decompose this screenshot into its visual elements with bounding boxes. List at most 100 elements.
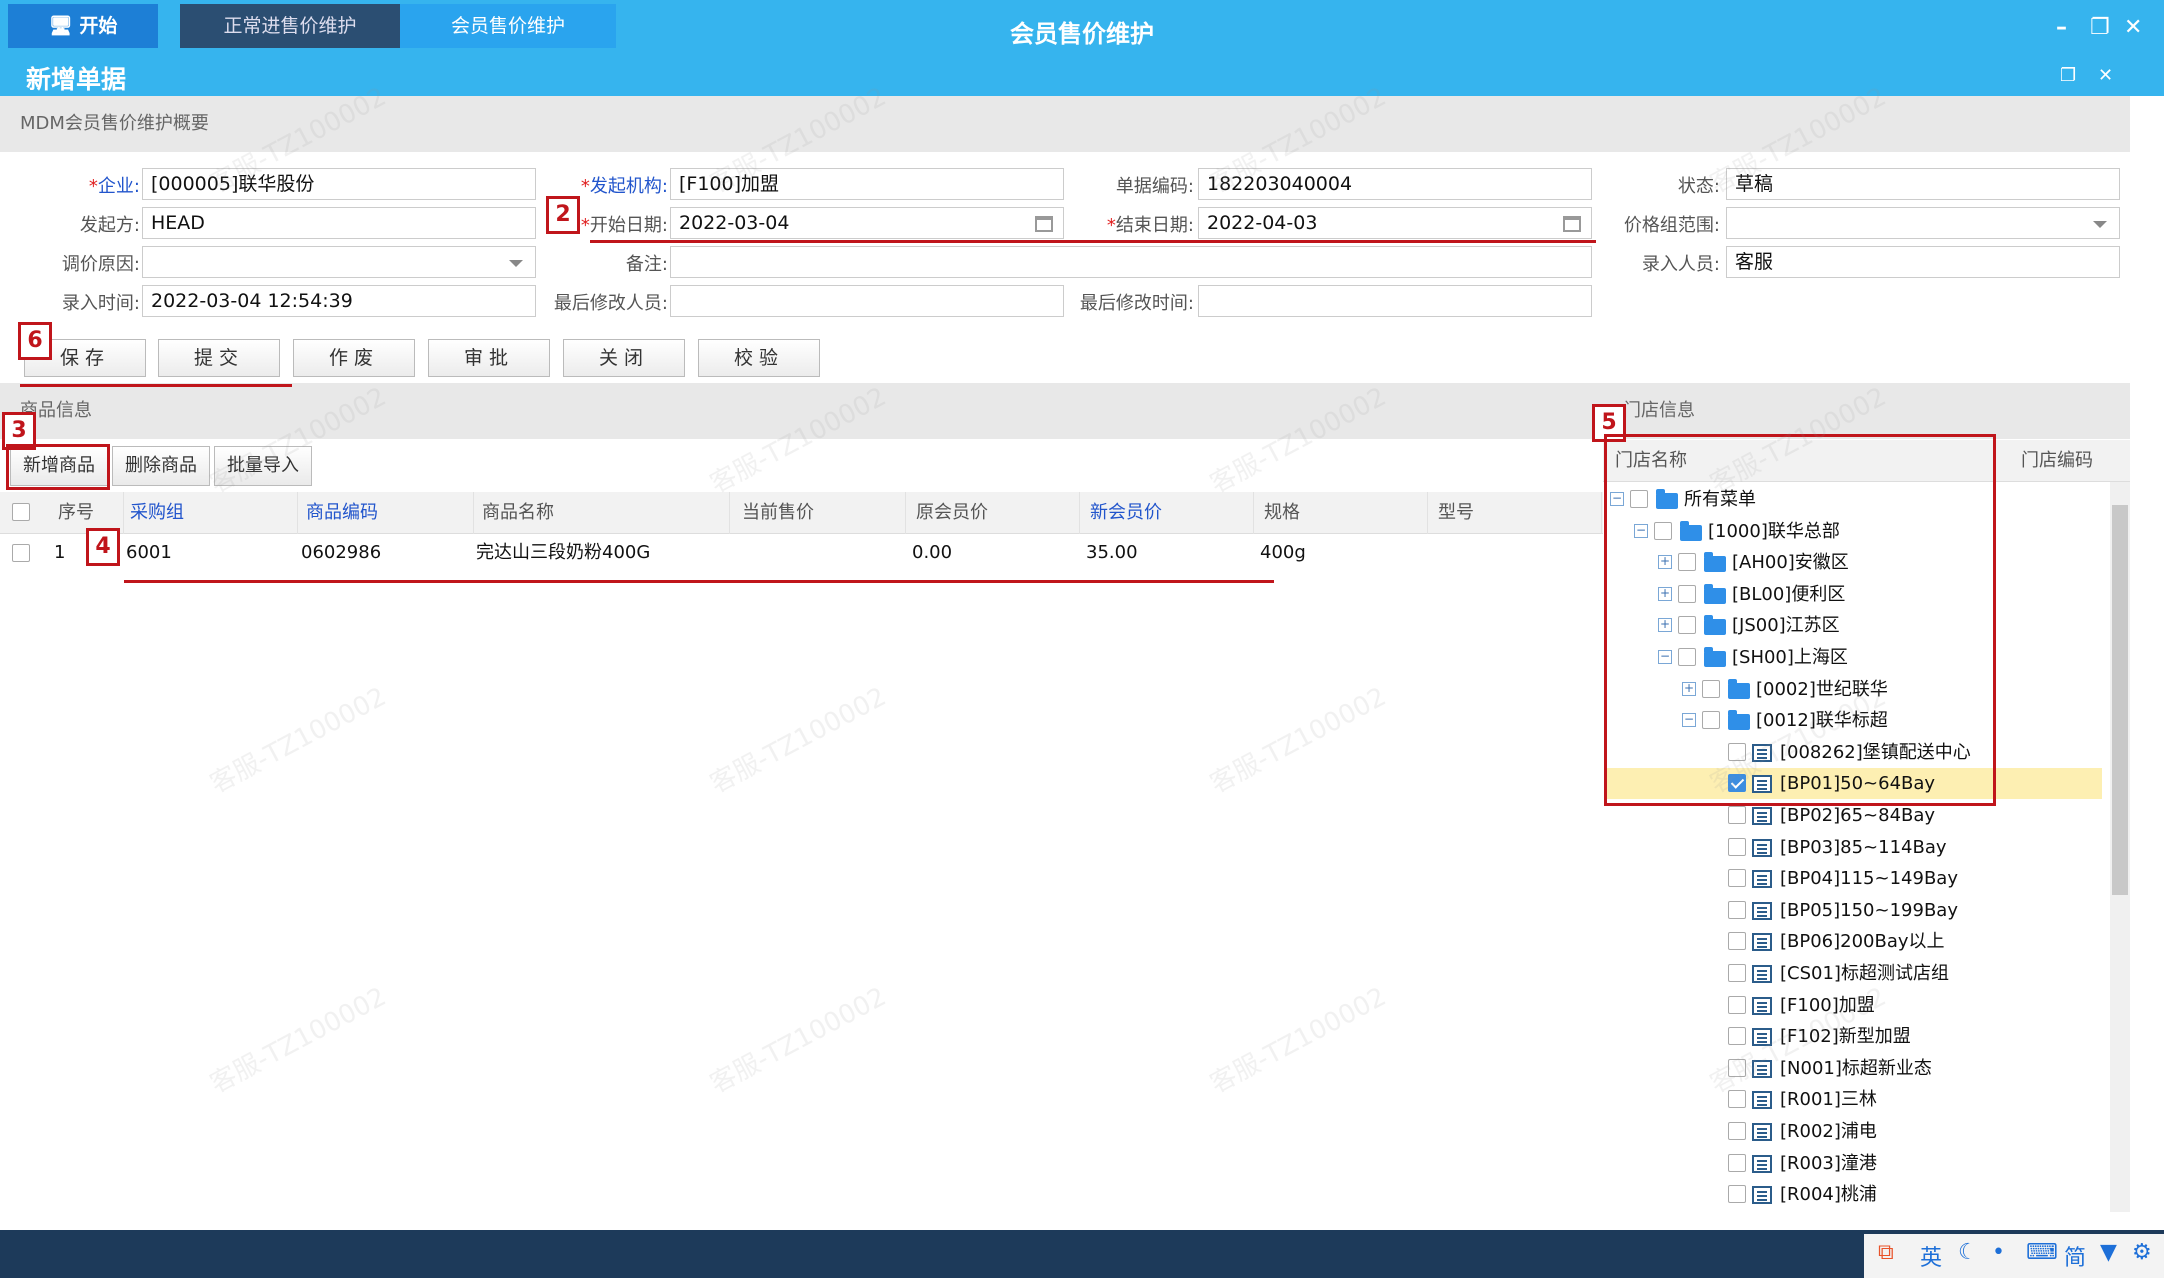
company-field[interactable]: [000005]联华股份 (142, 168, 536, 200)
tree-checkbox[interactable] (1728, 1058, 1746, 1077)
tree-scrollbar-thumb[interactable] (2112, 505, 2128, 895)
watermark-text: 客服-TZ100002 (705, 681, 892, 800)
close-icon[interactable]: ✕ (2124, 14, 2142, 42)
taskbar-item-member-price[interactable]: 会员售价维护 (400, 4, 616, 48)
tree-node[interactable]: [N001]标超新业态 (1604, 1053, 2102, 1084)
annotation-underline-6 (20, 384, 292, 387)
close-button[interactable]: 关闭 (563, 339, 685, 377)
approve-button[interactable]: 审批 (428, 339, 550, 377)
price-group-label: 价格组范围: (1623, 215, 1720, 236)
tree-node-label: [BP04]115~149Bay (1780, 868, 1958, 890)
ime-logo-icon[interactable]: ⧉ (1878, 1240, 1894, 1265)
mod-time-label: 最后修改时间: (1079, 293, 1194, 314)
tree-node[interactable]: [BP06]200Bay以上 (1604, 926, 2102, 957)
end-date-field[interactable]: 2022-04-03 (1198, 207, 1592, 239)
submit-button[interactable]: 提交 (158, 339, 280, 377)
calendar-icon[interactable] (1035, 216, 1053, 232)
tree-node[interactable]: [BP03]85~114Bay (1604, 832, 2102, 863)
tree-checkbox[interactable] (1728, 995, 1746, 1014)
cell-spec: 400g (1260, 542, 1306, 563)
tree-checkbox[interactable] (1728, 1027, 1746, 1046)
status-field[interactable]: 草稿 (1726, 168, 2120, 200)
tree-checkbox[interactable] (1728, 869, 1746, 888)
tree-node-label: [CS01]标超测试店组 (1780, 963, 1949, 984)
start-button[interactable]: 🖥 开始 (8, 4, 158, 48)
restore-icon[interactable]: ❐ (2060, 62, 2076, 90)
tree-checkbox[interactable] (1728, 1122, 1746, 1140)
mod-time-field[interactable] (1198, 285, 1592, 317)
start-date-field[interactable]: 2022-03-04 (670, 207, 1064, 239)
col-current-price[interactable]: 当前售价 (734, 492, 906, 534)
keyboard-icon[interactable]: ⌨ (2026, 1240, 2058, 1265)
tree-checkbox[interactable] (1728, 964, 1746, 982)
tree-node[interactable]: [R002]浦电 (1604, 1116, 2102, 1147)
remark-field[interactable] (670, 246, 1592, 278)
calendar-icon[interactable] (1563, 216, 1581, 232)
cell-seq: 1 (54, 542, 66, 563)
docno-field[interactable]: 182203040004 (1198, 168, 1592, 200)
tree-node[interactable]: [R003]潼港 (1604, 1148, 2102, 1179)
entrant-label: 录入人员: (1641, 254, 1720, 275)
tree-node[interactable]: [F102]新型加盟 (1604, 1021, 2102, 1052)
restore-icon[interactable]: ❐ (2090, 14, 2110, 42)
tree-node-label: [N001]标超新业态 (1780, 1057, 1932, 1079)
tree-node-label: [F102]新型加盟 (1780, 1026, 1911, 1048)
initiator-field[interactable]: HEAD (142, 207, 536, 239)
col-model[interactable]: 型号 (1430, 492, 1602, 534)
moon-icon[interactable]: ☾ (1958, 1240, 1978, 1265)
col-spec[interactable]: 规格 (1256, 492, 1428, 534)
cell-goods-code: 0602986 (301, 542, 382, 563)
col-store-code[interactable]: 门店编码 (2021, 440, 2093, 482)
tree-node[interactable]: [BP05]150~199Bay (1604, 895, 2102, 926)
ime-simplified[interactable]: 简 (2064, 1240, 2086, 1272)
void-button[interactable]: 作废 (293, 339, 415, 377)
watermark-text: 客服-TZ100002 (705, 981, 892, 1100)
tree-node-label: [R003]潼港 (1780, 1152, 1877, 1174)
entrant-field[interactable]: 客服 (1726, 246, 2120, 278)
minimize-icon[interactable]: – (2056, 14, 2067, 42)
tree-checkbox[interactable] (1728, 806, 1746, 824)
tree-checkbox[interactable] (1728, 1090, 1746, 1109)
col-goods-name[interactable]: 商品名称 (474, 492, 730, 534)
settings-gear-icon[interactable]: ⚙ (2132, 1240, 2152, 1265)
tree-checkbox[interactable] (1728, 1153, 1746, 1172)
batch-import-button[interactable]: 批量导入 (214, 446, 312, 486)
store-list-icon (1752, 807, 1772, 825)
cell-new-member-price[interactable]: 35.00 (1086, 536, 1138, 570)
close-icon[interactable]: ✕ (2098, 62, 2113, 90)
col-new-member-price[interactable]: 新会员价 (1082, 492, 1254, 534)
tree-node[interactable]: [R001]三林 (1604, 1084, 2102, 1115)
col-purchase-group[interactable]: 采购组 (122, 492, 298, 534)
watermark-text: 客服-TZ100002 (1205, 981, 1392, 1100)
tree-checkbox[interactable] (1728, 932, 1746, 951)
modifier-field[interactable] (670, 285, 1064, 317)
col-goods-code[interactable]: 商品编码 (298, 492, 474, 534)
cell-purchase-group: 6001 (126, 542, 172, 563)
row-checkbox[interactable] (12, 544, 30, 562)
verify-button[interactable]: 校验 (698, 339, 820, 377)
entry-time-field[interactable]: 2022-03-04 12:54:39 (142, 285, 536, 317)
store-list-icon (1752, 1154, 1772, 1173)
tree-node[interactable]: [R004]桃浦 (1604, 1179, 2102, 1210)
tree-node[interactable]: [BP04]115~149Bay (1604, 863, 2102, 894)
tree-checkbox[interactable] (1728, 837, 1746, 856)
tree-checkbox[interactable] (1728, 900, 1746, 919)
annotation-underline-4 (124, 580, 1274, 583)
delete-goods-button[interactable]: 删除商品 (112, 446, 210, 486)
price-group-select[interactable] (1726, 207, 2120, 239)
tree-node[interactable]: [CS01]标超测试店组 (1604, 958, 2102, 989)
org-field[interactable]: [F100]加盟 (670, 168, 1064, 200)
tree-checkbox[interactable] (1728, 1185, 1746, 1204)
skin-icon[interactable]: ▼ (2100, 1240, 2117, 1265)
tree-node[interactable]: [F100]加盟 (1604, 990, 2102, 1021)
annotation-box-5 (1604, 434, 1996, 806)
ime-lang[interactable]: 英 (1920, 1240, 1942, 1272)
chevron-down-icon (2093, 221, 2107, 228)
reason-select[interactable] (142, 246, 536, 278)
initiator-label: 发起方: (79, 215, 140, 236)
punctuation-icon[interactable]: • (1992, 1240, 2005, 1265)
taskbar-item-price-maintenance[interactable]: 正常进售价维护 (180, 4, 400, 48)
select-all-checkbox[interactable] (12, 503, 30, 521)
col-orig-member-price[interactable]: 原会员价 (908, 492, 1080, 534)
store-list-icon (1752, 1059, 1772, 1078)
